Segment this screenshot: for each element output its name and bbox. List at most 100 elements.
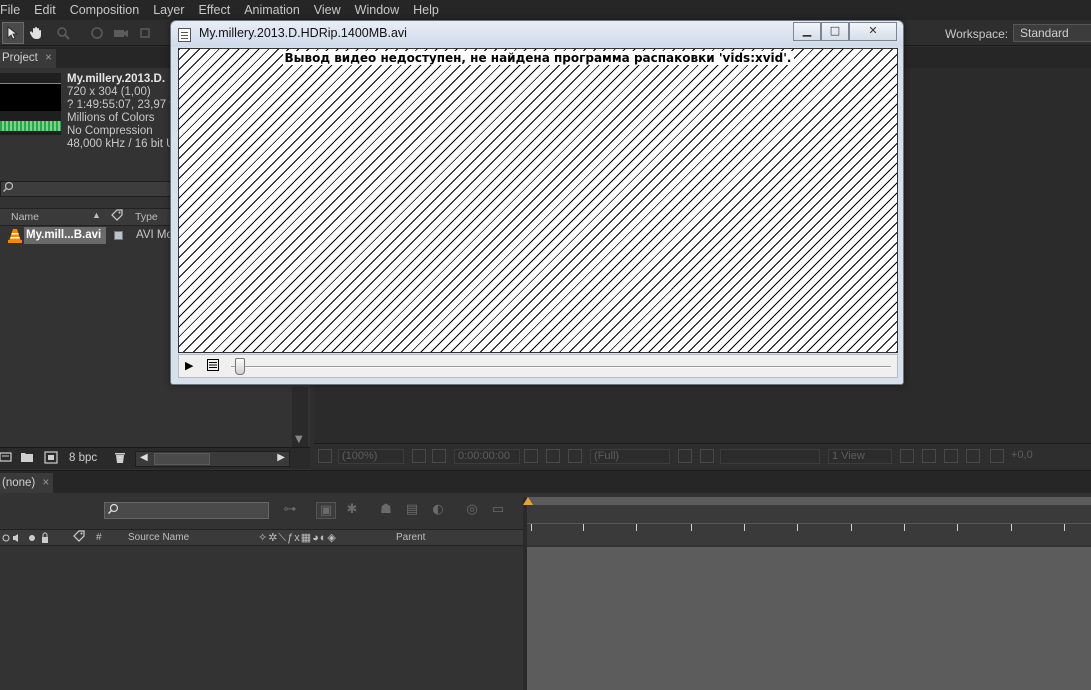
project-search-input[interactable] — [0, 181, 172, 197]
tab-timeline-none[interactable]: (none) × — [0, 473, 54, 493]
hand-tool-icon[interactable] — [26, 22, 48, 44]
folder-icon[interactable] — [20, 451, 34, 466]
ruler-tick — [744, 524, 745, 531]
live-update-icon[interactable]: ▣ — [316, 502, 336, 519]
menu-composition[interactable]: Composition — [62, 0, 145, 20]
scroll-right-icon[interactable]: ▶ — [277, 452, 285, 463]
menu-help[interactable]: Help — [405, 0, 445, 20]
exposure-value[interactable]: +0,0 — [1008, 449, 1036, 464]
list-item[interactable]: My.mill...B.avi AVI Mo — [0, 227, 173, 246]
ruler-tick — [531, 524, 532, 531]
codec-error-message: Вывод видео недоступен, не найдена прогр… — [179, 51, 897, 65]
footage-colors: Millions of Colors — [67, 112, 155, 124]
vlc-cone-icon — [8, 228, 22, 246]
channel-icon[interactable] — [568, 449, 582, 463]
interpret-footage-icon[interactable] — [0, 451, 12, 466]
column-number[interactable]: # — [96, 532, 102, 543]
maximize-button[interactable]: □ — [821, 22, 849, 41]
ruler-tick — [1064, 524, 1065, 531]
column-type[interactable]: Type — [135, 211, 158, 223]
always-preview-icon[interactable] — [318, 449, 332, 463]
menu-list-icon[interactable] — [207, 359, 219, 374]
menu-view[interactable]: View — [306, 0, 347, 20]
current-time-display[interactable]: 0:00:00:00 — [454, 449, 520, 464]
resolution-select[interactable]: (Full) — [590, 449, 670, 464]
frame-blending-icon[interactable]: ▤ — [402, 502, 422, 519]
ruler-tick — [1011, 524, 1012, 531]
zoom-select[interactable]: (100%) — [338, 449, 404, 464]
pixel-aspect-icon[interactable] — [900, 449, 914, 463]
snapshot-icon[interactable] — [524, 449, 538, 463]
close-icon[interactable]: × — [43, 473, 50, 493]
av-features-icon[interactable] — [2, 532, 50, 547]
work-area-bar[interactable] — [527, 497, 1091, 505]
exposure-icon[interactable] — [990, 449, 1004, 463]
zoom-tool-icon[interactable] — [52, 22, 74, 44]
camera-tool-icon[interactable] — [110, 22, 132, 44]
time-ruler[interactable] — [523, 497, 1091, 545]
layer-switches-icon[interactable]: ✧✲⟍ƒx▦◕◐◈ — [258, 531, 337, 545]
motion-blur-icon[interactable]: ◐ — [428, 502, 448, 519]
menu-animation[interactable]: Animation — [236, 0, 306, 20]
seek-track[interactable] — [231, 366, 891, 368]
timeline-column-header: # Source Name ✧✲⟍ƒx▦◕◐◈ Parent — [0, 529, 523, 546]
hide-shy-layers-icon[interactable]: ☗ — [376, 502, 396, 519]
close-icon[interactable]: × — [45, 49, 52, 68]
ruler-tick — [851, 524, 852, 531]
menu-file[interactable]: File — [0, 0, 26, 20]
menu-bar: File Edit Composition Layer Effect Anima… — [0, 0, 1091, 20]
column-name[interactable]: Name — [11, 211, 39, 223]
timeline-icon[interactable] — [944, 449, 958, 463]
scroll-down-icon[interactable]: ▼ — [295, 434, 303, 445]
minimize-button[interactable]: ▁ — [793, 22, 821, 41]
safe-margins-icon[interactable] — [412, 449, 426, 463]
close-button[interactable]: ✕ — [849, 22, 897, 41]
label-tag-icon[interactable] — [72, 530, 86, 547]
region-of-interest-icon[interactable] — [678, 449, 692, 463]
menu-effect[interactable]: Effect — [190, 0, 236, 20]
label-tag-icon[interactable] — [110, 209, 124, 226]
selection-tool-icon[interactable] — [2, 22, 24, 44]
menu-window[interactable]: Window — [347, 0, 405, 20]
draft-3d-icon[interactable]: ✱ — [342, 502, 362, 519]
sort-up-icon[interactable]: ▲ — [92, 210, 101, 220]
ruler-tick — [636, 524, 637, 531]
comp-mini-flowchart-icon[interactable]: ⊶ — [280, 502, 300, 519]
fast-previews-icon[interactable] — [922, 449, 936, 463]
trash-icon[interactable] — [114, 451, 126, 467]
scroll-left-icon[interactable]: ◀ — [140, 452, 148, 463]
new-composition-icon[interactable] — [44, 451, 58, 467]
bit-depth-button[interactable]: 8 bpc — [69, 452, 97, 464]
column-source-name[interactable]: Source Name — [128, 532, 189, 543]
video-preview — [0, 83, 61, 111]
layer-list[interactable] — [0, 547, 523, 690]
project-horizontal-scrollbar[interactable]: ◀ ▶ — [135, 451, 290, 467]
scroll-thumb[interactable] — [154, 453, 210, 465]
current-time-indicator[interactable] — [523, 497, 533, 505]
mask-visibility-icon[interactable] — [432, 449, 446, 463]
play-icon[interactable]: ▶ — [185, 359, 193, 372]
view-select[interactable] — [720, 449, 820, 464]
transparency-grid-icon[interactable] — [700, 449, 714, 463]
flowchart-icon[interactable] — [966, 449, 980, 463]
view-layout-select[interactable]: 1 View — [828, 449, 892, 464]
rotate-tool-icon[interactable] — [86, 22, 108, 44]
workspace-select[interactable]: Standard — [1013, 24, 1091, 42]
pan-behind-tool-icon[interactable] — [134, 22, 156, 44]
label-color-swatch[interactable] — [114, 231, 123, 240]
timeline-search-input[interactable] — [104, 502, 269, 519]
menu-layer[interactable]: Layer — [145, 0, 190, 20]
column-parent[interactable]: Parent — [396, 532, 425, 543]
show-snapshot-icon[interactable] — [546, 449, 560, 463]
preview-titlebar[interactable]: My.millery.2013.D.HDRip.1400MB.avi ▁ □ ✕ — [171, 21, 903, 47]
footage-preview-window: My.millery.2013.D.HDRip.1400MB.avi ▁ □ ✕… — [170, 20, 904, 385]
audio-waveform — [0, 121, 61, 131]
brainstorm-icon[interactable]: ▭ — [488, 502, 508, 519]
tab-project[interactable]: Project × — [0, 49, 56, 68]
playback-controls: ▶ — [178, 354, 898, 378]
project-vertical-scrollbar[interactable]: ▼ — [292, 387, 308, 447]
seek-slider-thumb[interactable] — [235, 358, 245, 375]
menu-edit[interactable]: Edit — [26, 0, 62, 20]
layer-track-area[interactable] — [527, 547, 1091, 690]
graph-editor-icon[interactable]: ◎ — [462, 502, 482, 519]
